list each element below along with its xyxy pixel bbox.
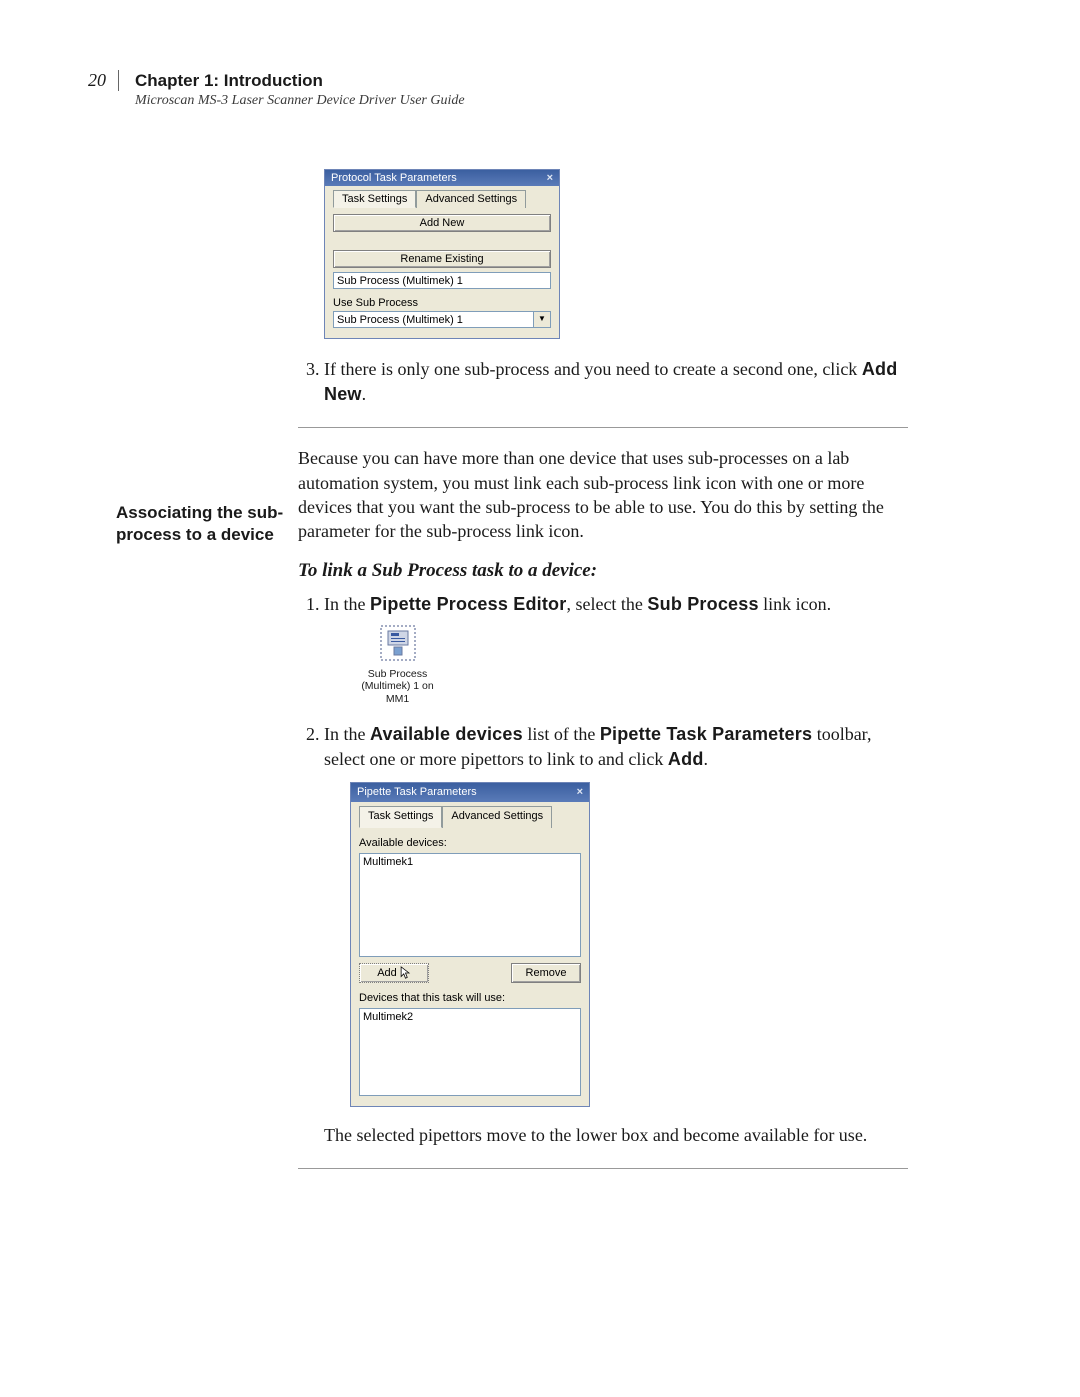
associating-paragraph: Because you can have more than one devic… xyxy=(298,446,908,543)
side-heading-associating: Associating the sub-process to a device xyxy=(116,502,306,546)
add-new-button[interactable]: Add New xyxy=(333,214,551,232)
tab-task-settings[interactable]: Task Settings xyxy=(359,806,442,827)
guide-title: Microscan MS-3 Laser Scanner Device Driv… xyxy=(135,93,465,109)
rename-input[interactable] xyxy=(333,272,551,289)
step-3: If there is only one sub-process and you… xyxy=(324,357,908,407)
available-devices-list[interactable]: Multimek1 xyxy=(359,853,581,957)
cursor-icon xyxy=(400,966,411,980)
pipette-task-parameters-panel: Pipette Task Parameters × Task Settings … xyxy=(350,782,590,1108)
panel-title: Protocol Task Parameters xyxy=(331,172,457,184)
close-icon[interactable]: × xyxy=(577,785,583,800)
protocol-task-parameters-panel: Protocol Task Parameters × Task Settings… xyxy=(324,169,560,339)
page-number: 20 xyxy=(60,70,119,91)
sub-process-link-icon: Sub Process (Multimek) 1 on MM1 xyxy=(350,625,445,706)
add-button[interactable]: Add xyxy=(359,963,429,983)
available-devices-label: Available devices: xyxy=(359,836,581,851)
rename-existing-button[interactable]: Rename Existing xyxy=(333,250,551,268)
icon-caption-line2: (Multimek) 1 on xyxy=(350,680,445,693)
tab-task-settings[interactable]: Task Settings xyxy=(333,190,416,208)
icon-caption-line3: MM1 xyxy=(350,693,445,706)
use-sub-process-label: Use Sub Process xyxy=(333,297,551,309)
tab-advanced-settings[interactable]: Advanced Settings xyxy=(416,190,526,208)
step-2-followup: The selected pipettors move to the lower… xyxy=(324,1123,908,1147)
page-header: 20 Chapter 1: Introduction Microscan MS-… xyxy=(60,70,990,109)
select-value[interactable] xyxy=(333,311,534,328)
chevron-down-icon[interactable]: ▼ xyxy=(534,311,551,328)
devices-used-list[interactable]: Multimek2 xyxy=(359,1008,581,1096)
chapter-title: Chapter 1: Introduction xyxy=(135,71,465,91)
remove-button[interactable]: Remove xyxy=(511,963,581,983)
step-2: In the Available devices list of the Pip… xyxy=(324,722,908,1148)
panel-title: Pipette Task Parameters xyxy=(357,785,477,800)
panel-titlebar: Pipette Task Parameters × xyxy=(351,783,589,802)
subhead-link-task: To link a Sub Process task to a device: xyxy=(298,560,908,582)
icon-caption-line1: Sub Process xyxy=(350,668,445,681)
close-icon[interactable]: × xyxy=(547,172,553,184)
list-item[interactable]: Multimek1 xyxy=(363,855,577,870)
separator xyxy=(298,1168,908,1169)
separator xyxy=(298,427,908,428)
use-sub-process-select[interactable]: ▼ xyxy=(333,311,551,328)
step-1: In the Pipette Process Editor, select th… xyxy=(324,592,908,706)
devices-used-label: Devices that this task will use: xyxy=(359,991,581,1006)
tab-advanced-settings[interactable]: Advanced Settings xyxy=(442,806,552,827)
list-item[interactable]: Multimek2 xyxy=(363,1010,577,1025)
panel-titlebar: Protocol Task Parameters × xyxy=(325,170,559,186)
